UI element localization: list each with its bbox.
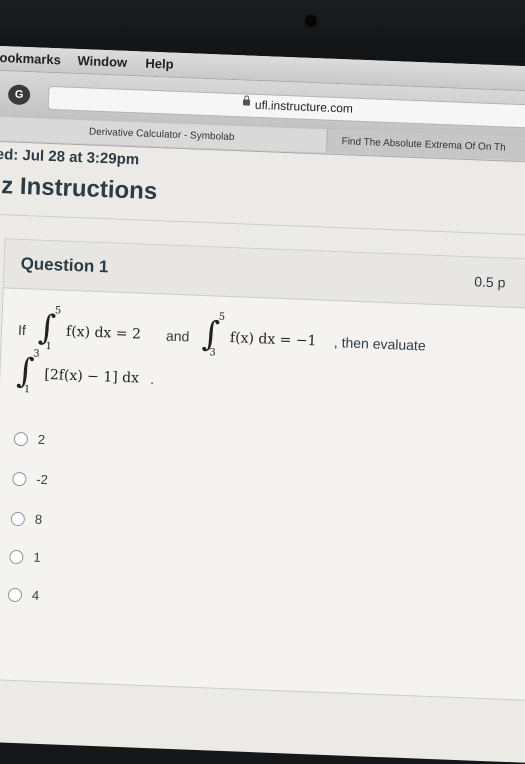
radio-button[interactable] — [7, 587, 23, 603]
radio-button[interactable] — [12, 471, 27, 487]
radio-button[interactable] — [9, 549, 24, 565]
radio-button[interactable] — [13, 431, 29, 447]
menu-help[interactable]: Help — [145, 56, 174, 72]
answer-label[interactable]: 8 — [35, 512, 43, 527]
radio-button[interactable] — [10, 511, 26, 527]
question-card: Question 1 0.5 p If ∫ 5 1 f(x) dx = 2 an… — [0, 238, 525, 702]
answer-option[interactable]: 4 — [7, 586, 209, 614]
webcam — [304, 14, 318, 28]
text-period: . — [150, 371, 155, 388]
integral-3-lower: 1 — [23, 384, 31, 396]
answer-option[interactable]: -2 — [12, 470, 213, 498]
menu-window[interactable]: Window — [77, 53, 127, 70]
url-text[interactable]: ufl.instructure.com — [255, 98, 354, 116]
question-header: Question 1 0.5 p — [3, 239, 525, 310]
text-and: and — [165, 327, 190, 345]
answer-label[interactable]: 1 — [33, 550, 41, 565]
answer-label[interactable]: 4 — [32, 588, 40, 603]
answer-list: 2 -2 8 1 4 — [5, 430, 314, 671]
integral-2-lower: 3 — [209, 347, 216, 359]
answer-option[interactable]: 2 — [13, 430, 215, 458]
integral-1-expr: f(x) dx = 2 — [65, 323, 142, 343]
lock-icon — [242, 99, 251, 106]
due-date: ed: Jul 28 at 3:29pm — [0, 145, 140, 169]
answer-label[interactable]: -2 — [36, 472, 48, 487]
question-title: Question 1 — [20, 253, 109, 277]
integral-2-upper: 5 — [218, 311, 226, 323]
question-points: 0.5 p — [474, 273, 506, 291]
integral-3-expr: [2f(x) − 1] dx — [44, 366, 140, 387]
text-then-evaluate: , then evaluate — [333, 334, 426, 354]
integral-3-upper: 3 — [32, 348, 40, 360]
integral-1-lower: 1 — [45, 340, 53, 353]
menu-bookmarks[interactable]: ookmarks — [0, 50, 61, 67]
question-body: If ∫ 5 1 f(x) dx = 2 and ∫ 5 3 f(x) dx =… — [15, 305, 525, 440]
answer-option[interactable]: 8 — [10, 510, 211, 538]
text-if: If — [17, 321, 27, 339]
integral-1-upper: 5 — [54, 305, 62, 317]
screen: ookmarks Window Help G ufl.instructure.c… — [0, 46, 525, 763]
answer-option[interactable]: 1 — [9, 548, 210, 576]
integral-2-expr: f(x) dx = −1 — [229, 330, 317, 350]
quiz-page: ed: Jul 28 at 3:29pm iz Instructions Que… — [0, 141, 525, 763]
answer-label[interactable]: 2 — [38, 432, 46, 447]
page-title: iz Instructions — [0, 171, 158, 206]
extension-icon[interactable]: G — [7, 84, 31, 106]
divider — [0, 213, 525, 237]
